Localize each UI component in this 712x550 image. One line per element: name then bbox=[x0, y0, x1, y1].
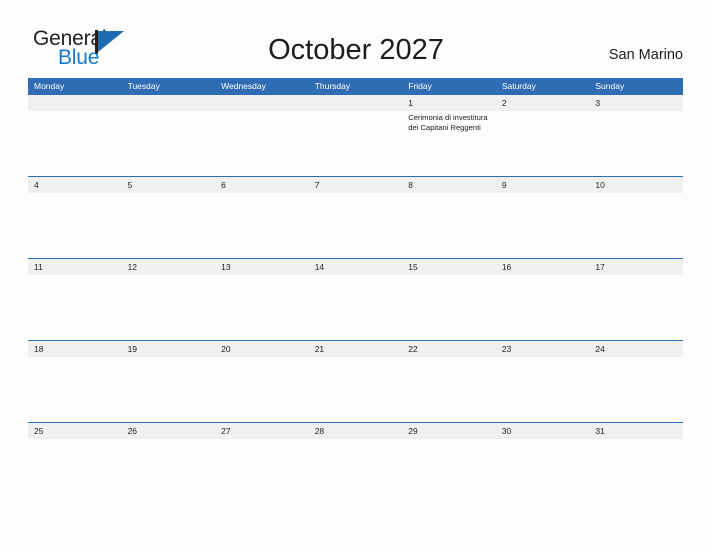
day-cell[interactable] bbox=[495, 439, 590, 504]
day-cell[interactable] bbox=[28, 275, 122, 340]
day-cell[interactable] bbox=[215, 111, 309, 176]
date-number[interactable]: 11 bbox=[28, 259, 122, 275]
day-cell[interactable] bbox=[589, 111, 683, 176]
day-cell[interactable] bbox=[121, 275, 216, 340]
calendar-table: Monday Tuesday Wednesday Thursday Friday… bbox=[28, 78, 683, 504]
day-header-sunday: Sunday bbox=[595, 81, 625, 91]
day-cell[interactable] bbox=[215, 357, 309, 422]
day-header-monday: Monday bbox=[34, 81, 65, 91]
day-cell[interactable] bbox=[28, 111, 122, 176]
date-number[interactable]: 13 bbox=[215, 259, 309, 275]
day-cell[interactable] bbox=[589, 439, 683, 504]
date-number[interactable]: 28 bbox=[309, 423, 403, 439]
date-number[interactable]: 18 bbox=[28, 341, 122, 357]
event-label: Cerimonia di investitura dei Capitani Re… bbox=[408, 113, 488, 132]
week-body-row bbox=[28, 357, 683, 422]
calendar-page: General Blue October 2027 San Marino Mon… bbox=[0, 0, 712, 550]
calendar-week-row: 1 2 3 Cerimonia di investitura dei Capit… bbox=[28, 95, 683, 176]
date-number[interactable]: 24 bbox=[589, 341, 683, 357]
date-number[interactable]: 6 bbox=[215, 177, 309, 193]
week-body-row bbox=[28, 439, 683, 504]
week-body-row bbox=[28, 193, 683, 258]
calendar-week-row: 11 12 13 14 15 16 17 bbox=[28, 258, 683, 340]
date-number[interactable]: 21 bbox=[309, 341, 403, 357]
day-cell[interactable] bbox=[402, 275, 496, 340]
date-number[interactable]: 23 bbox=[496, 341, 590, 357]
day-cell[interactable] bbox=[121, 357, 216, 422]
date-number[interactable]: 17 bbox=[589, 259, 683, 275]
date-number[interactable]: 5 bbox=[122, 177, 216, 193]
day-cell[interactable] bbox=[308, 275, 403, 340]
date-number[interactable] bbox=[309, 95, 403, 111]
week-date-number-row: 25 26 27 28 29 30 31 bbox=[28, 423, 683, 439]
day-cell[interactable] bbox=[402, 439, 496, 504]
day-cell[interactable] bbox=[215, 193, 309, 258]
day-header-thursday: Thursday bbox=[314, 81, 351, 91]
date-number[interactable]: 1 bbox=[402, 95, 496, 111]
date-number[interactable]: 12 bbox=[122, 259, 216, 275]
date-number[interactable]: 4 bbox=[28, 177, 122, 193]
date-number[interactable]: 27 bbox=[215, 423, 309, 439]
day-cell[interactable] bbox=[121, 439, 216, 504]
page-header: General Blue October 2027 San Marino bbox=[0, 0, 712, 76]
date-number[interactable]: 25 bbox=[28, 423, 122, 439]
day-cell[interactable] bbox=[402, 357, 496, 422]
day-header-tuesday: Tuesday bbox=[127, 81, 160, 91]
day-cell[interactable] bbox=[589, 275, 683, 340]
date-number[interactable] bbox=[122, 95, 216, 111]
day-cell[interactable] bbox=[121, 111, 216, 176]
date-number[interactable]: 26 bbox=[122, 423, 216, 439]
day-cell[interactable] bbox=[495, 357, 590, 422]
day-cell[interactable] bbox=[589, 357, 683, 422]
calendar-week-row: 25 26 27 28 29 30 31 bbox=[28, 422, 683, 504]
day-header-friday: Friday bbox=[408, 81, 432, 91]
date-number[interactable]: 8 bbox=[402, 177, 496, 193]
day-header-wednesday: Wednesday bbox=[221, 81, 266, 91]
calendar-week-row: 4 5 6 7 8 9 10 bbox=[28, 176, 683, 258]
day-cell[interactable] bbox=[495, 275, 590, 340]
location-label: San Marino bbox=[608, 47, 683, 63]
day-cell[interactable] bbox=[495, 193, 590, 258]
date-number[interactable]: 22 bbox=[402, 341, 496, 357]
date-number[interactable]: 30 bbox=[496, 423, 590, 439]
date-number[interactable]: 29 bbox=[402, 423, 496, 439]
date-number[interactable]: 15 bbox=[402, 259, 496, 275]
day-cell[interactable] bbox=[495, 111, 590, 176]
day-header-saturday: Saturday bbox=[501, 81, 536, 91]
day-cell[interactable] bbox=[308, 439, 403, 504]
day-cell[interactable] bbox=[215, 439, 309, 504]
date-number[interactable] bbox=[28, 95, 122, 111]
week-date-number-row: 1 2 3 bbox=[28, 95, 683, 111]
week-date-number-row: 11 12 13 14 15 16 17 bbox=[28, 259, 683, 275]
day-cell[interactable] bbox=[28, 193, 122, 258]
day-cell[interactable] bbox=[308, 357, 403, 422]
day-cell[interactable] bbox=[215, 275, 309, 340]
day-cell[interactable] bbox=[308, 111, 403, 176]
day-cell[interactable] bbox=[308, 193, 403, 258]
week-date-number-row: 18 19 20 21 22 23 24 bbox=[28, 341, 683, 357]
day-cell[interactable] bbox=[28, 357, 122, 422]
calendar-week-row: 18 19 20 21 22 23 24 bbox=[28, 340, 683, 422]
date-number[interactable]: 20 bbox=[215, 341, 309, 357]
date-number[interactable]: 16 bbox=[496, 259, 590, 275]
week-body-row bbox=[28, 275, 683, 340]
date-number[interactable]: 9 bbox=[496, 177, 590, 193]
date-number[interactable]: 3 bbox=[589, 95, 683, 111]
week-date-number-row: 4 5 6 7 8 9 10 bbox=[28, 177, 683, 193]
date-number[interactable] bbox=[215, 95, 309, 111]
day-cell[interactable] bbox=[28, 439, 122, 504]
day-of-week-header-row: Monday Tuesday Wednesday Thursday Friday… bbox=[28, 78, 683, 95]
date-number[interactable]: 7 bbox=[309, 177, 403, 193]
date-number[interactable]: 10 bbox=[589, 177, 683, 193]
date-number[interactable]: 14 bbox=[309, 259, 403, 275]
day-cell[interactable] bbox=[402, 193, 496, 258]
date-number[interactable]: 2 bbox=[496, 95, 590, 111]
date-number[interactable]: 19 bbox=[122, 341, 216, 357]
page-title: October 2027 bbox=[268, 34, 444, 66]
week-body-row: Cerimonia di investitura dei Capitani Re… bbox=[28, 111, 683, 176]
day-cell[interactable]: Cerimonia di investitura dei Capitani Re… bbox=[402, 111, 496, 176]
date-number[interactable]: 31 bbox=[589, 423, 683, 439]
day-cell[interactable] bbox=[589, 193, 683, 258]
day-cell[interactable] bbox=[121, 193, 216, 258]
